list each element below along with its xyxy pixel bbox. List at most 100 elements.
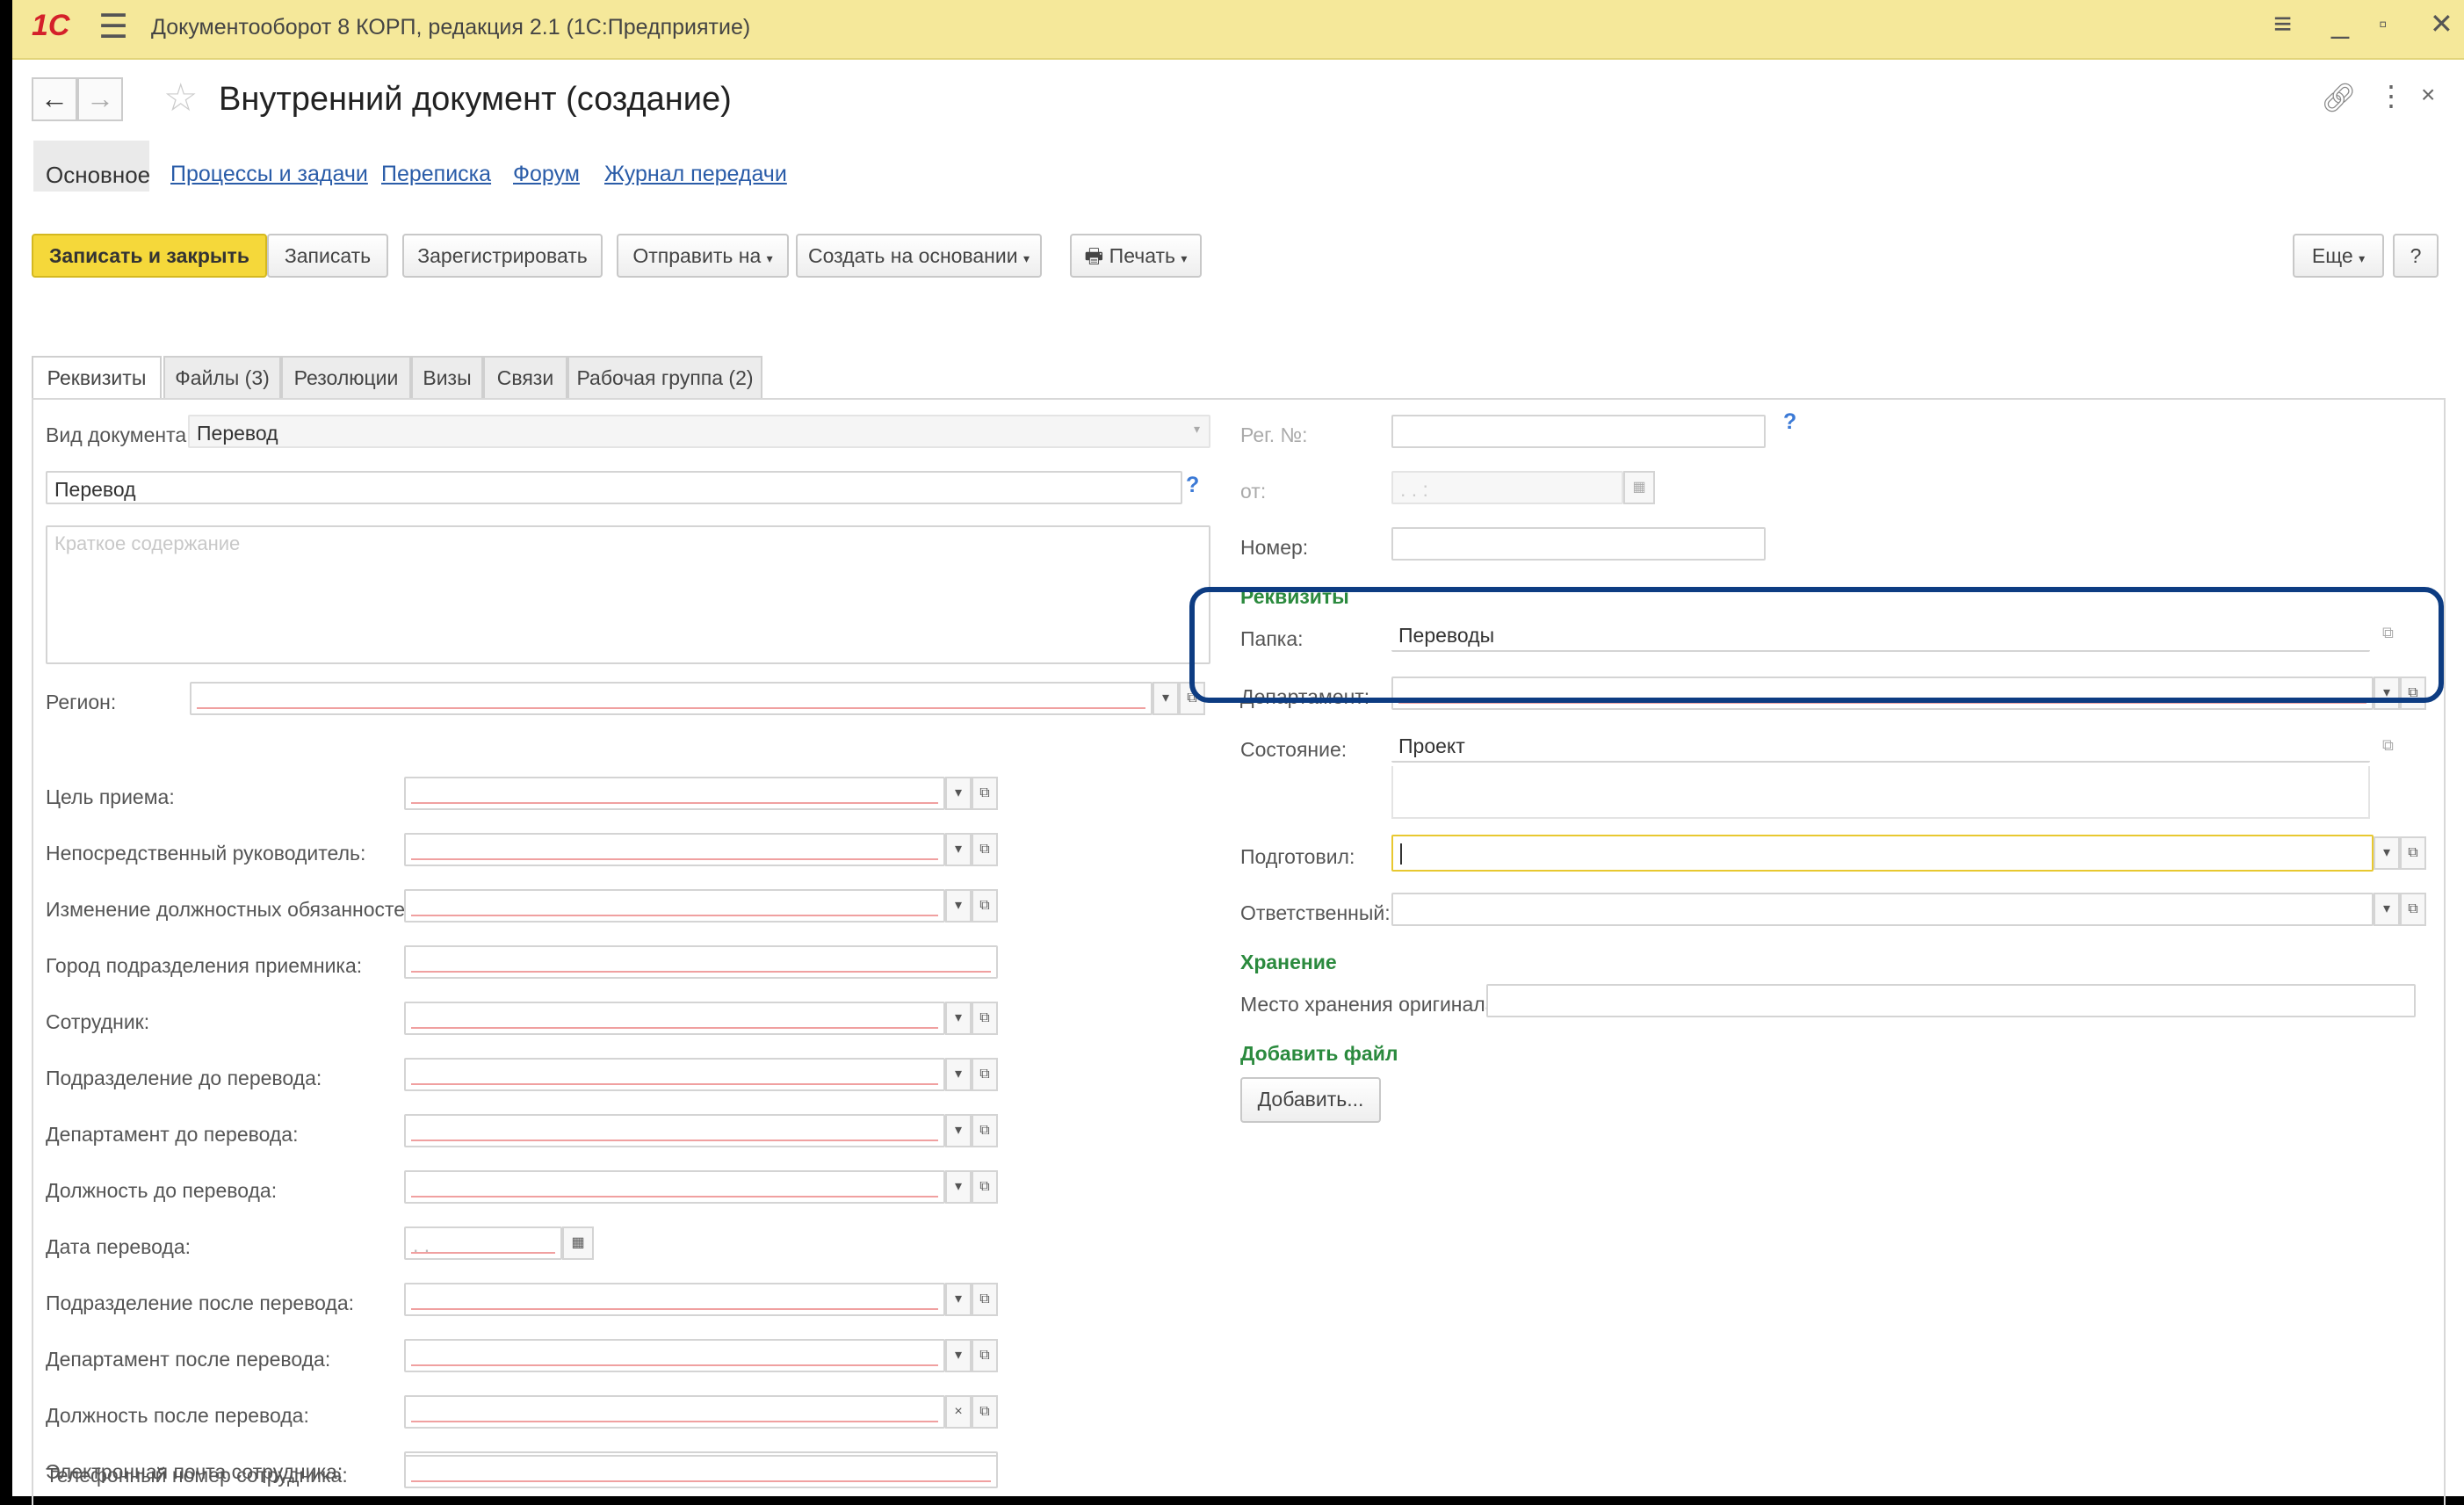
field-input[interactable] xyxy=(404,1058,945,1091)
field-label: Подразделение до перевода: xyxy=(46,1067,322,1089)
open-button[interactable]: ⧉ xyxy=(972,1114,998,1147)
back-button[interactable]: ← xyxy=(32,77,77,121)
required-underline xyxy=(411,915,938,916)
dropdown-button[interactable]: ▾ xyxy=(945,777,972,810)
open-button[interactable]: ⧉ xyxy=(972,1002,998,1035)
create-based-button[interactable]: Создать на основании ▾ xyxy=(796,234,1042,278)
close-form-icon[interactable]: × xyxy=(2421,81,2435,109)
save-close-button[interactable]: Записать и закрыть xyxy=(32,234,267,278)
settings-icon[interactable]: ≡ xyxy=(2273,5,2292,42)
responsible-field[interactable] xyxy=(1391,893,2374,926)
field-input[interactable] xyxy=(404,945,998,979)
dropdown-button[interactable]: ▾ xyxy=(945,1114,972,1147)
prepared-open-button[interactable]: ⧉ xyxy=(2400,836,2426,870)
region-field[interactable] xyxy=(190,682,1153,715)
more-button[interactable]: Еще ▾ xyxy=(2293,234,2384,278)
subject-field[interactable]: Перевод xyxy=(46,471,1182,504)
field-input[interactable] xyxy=(404,777,945,810)
field-input[interactable] xyxy=(404,1170,945,1204)
open-button[interactable]: ⧉ xyxy=(972,889,998,923)
field-label: Департамент после перевода: xyxy=(46,1348,331,1371)
dropdown-icon[interactable]: ▾ xyxy=(1194,422,1200,437)
nav-tab-correspondence[interactable]: Переписка xyxy=(381,162,491,187)
phone-field[interactable] xyxy=(404,1455,998,1488)
dropdown-button[interactable]: ▾ xyxy=(945,1283,972,1316)
storage-field[interactable] xyxy=(1486,984,2416,1017)
dropdown-button[interactable]: ▾ xyxy=(945,1339,972,1372)
field-input[interactable] xyxy=(404,1395,945,1429)
responsible-open-button[interactable]: ⧉ xyxy=(2400,893,2426,926)
forward-button[interactable]: → xyxy=(77,77,123,121)
prepared-field[interactable] xyxy=(1391,835,2374,872)
send-button[interactable]: Отправить на ▾ xyxy=(617,234,789,278)
field-input[interactable] xyxy=(404,833,945,866)
open-button[interactable]: ⧉ xyxy=(972,1058,998,1091)
dropdown-button[interactable]: ▾ xyxy=(945,1058,972,1091)
required-underline xyxy=(411,802,938,804)
menu-icon[interactable]: ☰ xyxy=(98,7,128,47)
form-tab-workgroup[interactable]: Рабочая группа (2) xyxy=(567,356,762,400)
open-button[interactable]: ⧉ xyxy=(972,833,998,866)
form-tab-resolutions[interactable]: Резолюции xyxy=(281,356,411,400)
field-input[interactable] xyxy=(404,1339,945,1372)
from-label: от: xyxy=(1240,480,1267,503)
open-button[interactable]: ⧉ xyxy=(972,1395,998,1429)
close-window-icon[interactable]: ✕ xyxy=(2430,7,2453,40)
more-vert-icon[interactable]: ⋮ xyxy=(2377,79,2405,112)
date-input[interactable]: . . xyxy=(404,1226,562,1260)
open-button[interactable]: ⧉ xyxy=(972,1339,998,1372)
calendar-icon[interactable]: ▦ xyxy=(562,1226,594,1260)
calendar-icon[interactable]: ▦ xyxy=(1623,471,1655,504)
storage-label: Место хранения оригинала: xyxy=(1240,993,1502,1016)
dropdown-button[interactable]: ▾ xyxy=(945,889,972,923)
add-file-button[interactable]: Добавить... xyxy=(1240,1077,1381,1123)
dropdown-icon: ▾ xyxy=(1181,251,1188,265)
open-button[interactable]: ⧉ xyxy=(972,777,998,810)
nav-tab-processes[interactable]: Процессы и задачи xyxy=(170,162,368,187)
field-input[interactable] xyxy=(404,1114,945,1147)
dropdown-button[interactable]: ▾ xyxy=(945,1002,972,1035)
open-button[interactable]: ⧉ xyxy=(972,1283,998,1316)
text-cursor xyxy=(1400,843,1402,865)
favorite-star-icon[interactable]: ☆ xyxy=(163,76,198,120)
region-dropdown-button[interactable]: ▾ xyxy=(1153,682,1179,715)
nav-tab-forum[interactable]: Форум xyxy=(513,162,580,187)
from-date-field[interactable]: . . : xyxy=(1391,471,1623,504)
print-button[interactable]: 🖶︎ Печать ▾ xyxy=(1070,234,1202,278)
region-label: Регион: xyxy=(46,691,117,713)
form-tab-requisites[interactable]: Реквизиты xyxy=(32,356,162,400)
summary-field[interactable]: Краткое содержание xyxy=(46,525,1210,664)
open-icon[interactable]: ⧉ xyxy=(2382,736,2394,755)
responsible-dropdown-button[interactable]: ▾ xyxy=(2374,893,2400,926)
link-icon[interactable]: 🔗︎ xyxy=(2321,81,2357,114)
field-input[interactable] xyxy=(404,889,945,923)
nav-tab-main[interactable]: Основное xyxy=(46,162,150,189)
required-underline xyxy=(411,1308,938,1310)
minimize-icon[interactable]: _ xyxy=(2331,4,2349,40)
field-input[interactable] xyxy=(404,1283,945,1316)
help-icon[interactable]: ? xyxy=(1186,473,1199,498)
state-field[interactable]: Проект xyxy=(1391,729,2370,763)
reg-no-field[interactable] xyxy=(1391,415,1766,448)
title-bar: 1С ☰ Документооборот 8 КОРП, редакция 2.… xyxy=(12,0,2464,60)
doc-type-field[interactable]: Перевод ▾ xyxy=(188,415,1210,448)
help-button[interactable]: ? xyxy=(2393,234,2439,278)
dropdown-button[interactable]: ▾ xyxy=(945,1170,972,1204)
form-tab-visas[interactable]: Визы xyxy=(411,356,483,400)
printer-icon: 🖶︎ xyxy=(1084,244,1104,267)
register-button[interactable]: Зарегистрировать xyxy=(402,234,603,278)
prepared-dropdown-button[interactable]: ▾ xyxy=(2374,836,2400,870)
restore-icon[interactable]: ▫ xyxy=(2379,11,2387,38)
field-label: Город подразделения приемника: xyxy=(46,954,363,977)
field-input[interactable] xyxy=(404,1002,945,1035)
clear-button[interactable]: × xyxy=(945,1395,972,1429)
dropdown-button[interactable]: ▾ xyxy=(945,833,972,866)
number-field[interactable] xyxy=(1391,527,1766,561)
required-underline xyxy=(411,1252,555,1254)
form-tab-links[interactable]: Связи xyxy=(483,356,567,400)
save-button[interactable]: Записать xyxy=(267,234,388,278)
nav-tab-transfer-log[interactable]: Журнал передачи xyxy=(604,162,787,187)
form-tab-files[interactable]: Файлы (3) xyxy=(163,356,281,400)
help-icon[interactable]: ? xyxy=(1783,409,1796,435)
open-button[interactable]: ⧉ xyxy=(972,1170,998,1204)
